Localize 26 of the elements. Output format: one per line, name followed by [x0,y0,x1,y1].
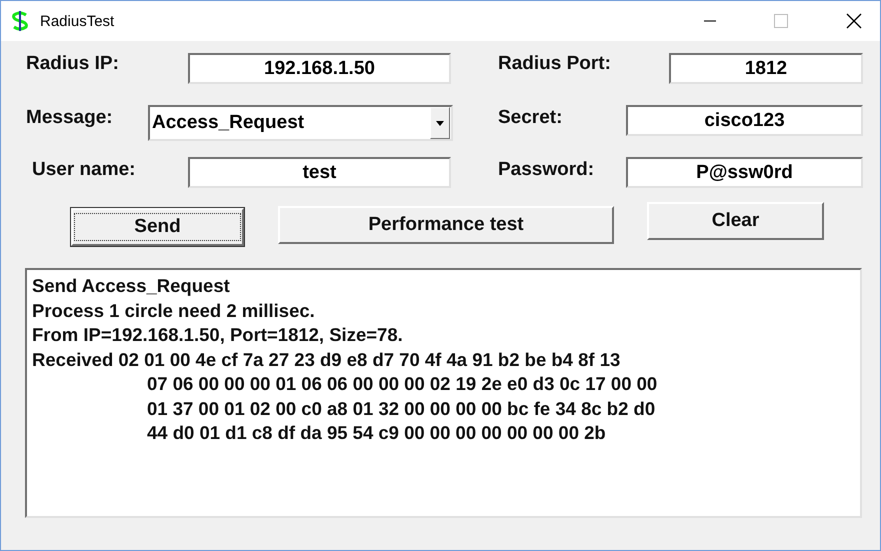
log-line: 44 d0 01 d1 c8 df da 95 54 c9 00 00 00 00 00 00 00 2b [146,421,607,445]
dollar-icon [9,10,31,32]
field-label: Radius Port: [498,53,612,75]
log-line: Process 1 circle need 2 millisec. [32,298,316,322]
input-field[interactable]: P@ssw0rd [626,157,863,188]
log-line: 01 37 00 01 02 00 c0 a8 01 32 00 00 00 00 bc fe 34 8c b2 d0 [146,396,656,420]
log-line: 07 06 00 00 00 01 06 06 00 00 00 02 19 2e e0 d3 0c 17 00 00 [146,372,658,396]
message-dropdown[interactable]: Access_Request [148,105,453,141]
field-label: User name: [32,159,136,181]
input-field[interactable]: cisco123 [626,105,863,136]
field-label: Password: [498,159,596,181]
output-text-area[interactable] [25,268,862,518]
action-button[interactable]: Clear [647,202,824,240]
field-label: Message: [26,107,114,129]
input-field[interactable]: 192.168.1.50 [188,53,451,84]
field-label: Radius IP: [26,53,120,75]
input-field[interactable]: test [188,157,451,188]
input-field[interactable]: 1812 [669,53,863,84]
window-title: RadiusTest [40,12,114,30]
action-button[interactable]: Send [71,208,244,246]
action-button[interactable]: Performance test [278,206,614,244]
field-label: Secret: [498,107,564,129]
close-icon[interactable] [846,13,862,29]
log-line: Send Access_Request [32,274,231,298]
log-line: From IP=192.168.1.50, Port=1812, Size=78. [32,323,404,347]
log-line: Received 02 01 00 4e cf 7a 27 23 d9 e8 d7 70 4f 4a 91 b2 be b4 8f 13 [32,348,622,372]
